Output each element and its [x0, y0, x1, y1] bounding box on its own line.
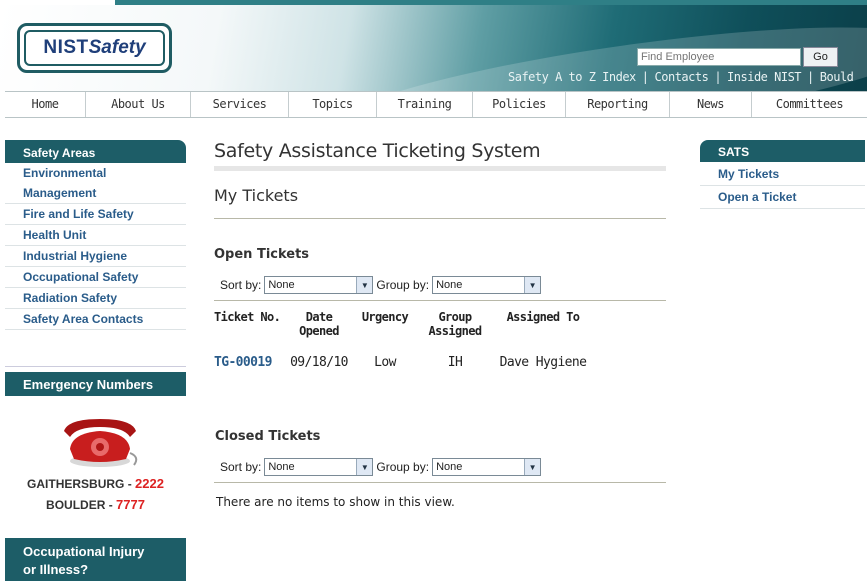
- col-ticket-no: Ticket No.: [214, 310, 281, 324]
- sats-sidebar: SATS My Tickets Open a Ticket: [700, 140, 865, 209]
- chevron-down-icon: ▼: [524, 459, 541, 475]
- emergency-numbers-heading: Emergency Numbers: [5, 372, 186, 396]
- go-button[interactable]: Go: [803, 47, 838, 67]
- sidebar-item-management[interactable]: Management: [5, 183, 186, 204]
- chevron-down-icon: ▼: [524, 277, 541, 293]
- page-title: Safety Assistance Ticketing System: [214, 140, 541, 162]
- nav-tab-committees[interactable]: Committees: [752, 92, 867, 117]
- sats-heading: SATS: [700, 140, 865, 162]
- injury-line-2: or Illness?: [23, 562, 89, 577]
- open-sort-row: Sort by: None ▼ Group by: None ▼: [214, 276, 666, 294]
- open-tickets-heading: Open Tickets: [214, 247, 310, 262]
- nav-tab-news[interactable]: News: [670, 92, 752, 117]
- boulder-line: BOULDER - 7777: [5, 497, 186, 512]
- boulder-label: BOULDER -: [46, 498, 117, 512]
- gaithersburg-number: 2222: [135, 476, 164, 491]
- open-group-value: None: [436, 279, 463, 291]
- col-assigned-to: Assigned To: [506, 310, 580, 324]
- sidebar-item-occupational-safety[interactable]: Occupational Safety: [5, 267, 186, 288]
- link-boulder[interactable]: Bould: [820, 70, 854, 84]
- open-tickets-table-header: Ticket No. Date Opened Urgency Group Ass…: [214, 310, 666, 338]
- site-header: NISTSafety Go Safety A to Z Index|Contac…: [0, 5, 867, 91]
- open-sort-divider: [214, 300, 666, 301]
- main-content: Safety Assistance Ticketing System My Ti…: [214, 140, 666, 509]
- gaithersburg-line: GAITHERSBURG - 2222: [5, 476, 186, 491]
- nav-tab-home[interactable]: Home: [5, 92, 86, 117]
- ticket-urgency: Low: [374, 355, 396, 370]
- my-tickets-heading: My Tickets: [214, 186, 299, 205]
- closed-sort-row: Sort by: None ▼ Group by: None ▼: [214, 458, 666, 476]
- sidebar-item-health-unit[interactable]: Health Unit: [5, 225, 186, 246]
- closed-sort-select[interactable]: None ▼: [264, 458, 374, 476]
- logo-safety-text: Safety: [88, 37, 146, 58]
- logo-frame: NIST Safety: [24, 30, 165, 66]
- chevron-down-icon: ▼: [356, 459, 373, 475]
- open-sort-select[interactable]: None ▼: [264, 276, 374, 294]
- link-contacts[interactable]: Contacts: [655, 70, 709, 84]
- closed-group-select[interactable]: None ▼: [432, 458, 542, 476]
- sats-item-my-tickets[interactable]: My Tickets: [700, 162, 865, 186]
- safety-areas-sidebar: Safety Areas Environmental Management Fi…: [5, 140, 186, 367]
- nav-tab-services[interactable]: Services: [191, 92, 289, 117]
- link-inside-nist[interactable]: Inside NIST: [727, 70, 801, 84]
- sidebar-item-radiation-safety[interactable]: Radiation Safety: [5, 288, 186, 309]
- sidebar-item-safety-area-contacts[interactable]: Safety Area Contacts: [5, 309, 186, 330]
- injury-line-1: Occupational Injury: [23, 544, 145, 559]
- nav-tab-reporting[interactable]: Reporting: [566, 92, 670, 117]
- title-divider: [214, 166, 666, 171]
- closed-sort-divider: [214, 482, 666, 483]
- subtitle-divider: [214, 218, 666, 219]
- logo-nist-text: NIST: [43, 37, 89, 58]
- emergency-numbers-panel: GAITHERSBURG - 2222 BOULDER - 7777: [5, 396, 186, 532]
- nav-tab-topics[interactable]: Topics: [289, 92, 377, 117]
- closed-sort-value: None: [268, 461, 295, 473]
- closed-tickets-heading: Closed Tickets: [215, 429, 321, 444]
- ticket-assigned-to: Dave Hygiene: [499, 355, 587, 370]
- chevron-down-icon: ▼: [356, 277, 373, 293]
- sidebar-item-fire-life-safety[interactable]: Fire and Life Safety: [5, 204, 186, 225]
- gaithersburg-label: GAITHERSBURG -: [27, 477, 136, 491]
- closed-group-label: Group by:: [376, 460, 430, 474]
- boulder-number: 7777: [116, 497, 145, 512]
- ticket-group: IH: [447, 355, 463, 370]
- nav-tab-training[interactable]: Training: [377, 92, 473, 117]
- sidebar-item-industrial-hygiene[interactable]: Industrial Hygiene: [5, 246, 186, 267]
- open-sort-value: None: [268, 279, 295, 291]
- open-group-label: Group by:: [376, 278, 430, 292]
- closed-group-value: None: [436, 461, 463, 473]
- link-safety-a-to-z[interactable]: Safety A to Z Index: [508, 70, 636, 84]
- open-group-select[interactable]: None ▼: [432, 276, 542, 294]
- red-telephone-icon: [64, 419, 138, 467]
- safety-areas-heading: Safety Areas: [5, 140, 186, 163]
- col-group-assigned: Group Assigned: [428, 310, 483, 338]
- closed-empty-message: There are no items to show in this view.: [216, 495, 455, 509]
- sats-item-open-ticket[interactable]: Open a Ticket: [700, 186, 865, 209]
- find-employee-input[interactable]: [637, 48, 801, 66]
- sidebar-item-environmental[interactable]: Environmental: [5, 163, 186, 183]
- nist-safety-logo[interactable]: NIST Safety: [17, 23, 172, 73]
- safety-areas-list: Environmental Management Fire and Life S…: [5, 163, 186, 367]
- ticket-date: 09/18/10: [290, 355, 348, 370]
- table-row: TG-00019 09/18/10 Low IH Dave Hygiene: [214, 355, 666, 370]
- occupational-injury-link[interactable]: Occupational Injury or Illness?: [5, 538, 186, 581]
- col-date-opened: Date Opened: [299, 310, 339, 338]
- col-urgency: Urgency: [361, 310, 409, 324]
- nav-tab-about-us[interactable]: About Us: [86, 92, 191, 117]
- main-nav: Home About Us Services Topics Training P…: [5, 91, 867, 118]
- top-links: Safety A to Z Index | Contacts | Inside NIST…: [508, 70, 854, 84]
- closed-sort-label: Sort by:: [220, 460, 262, 474]
- open-sort-label: Sort by:: [220, 278, 262, 292]
- ticket-number-link[interactable]: TG-00019: [214, 355, 288, 370]
- nav-tab-policies[interactable]: Policies: [473, 92, 566, 117]
